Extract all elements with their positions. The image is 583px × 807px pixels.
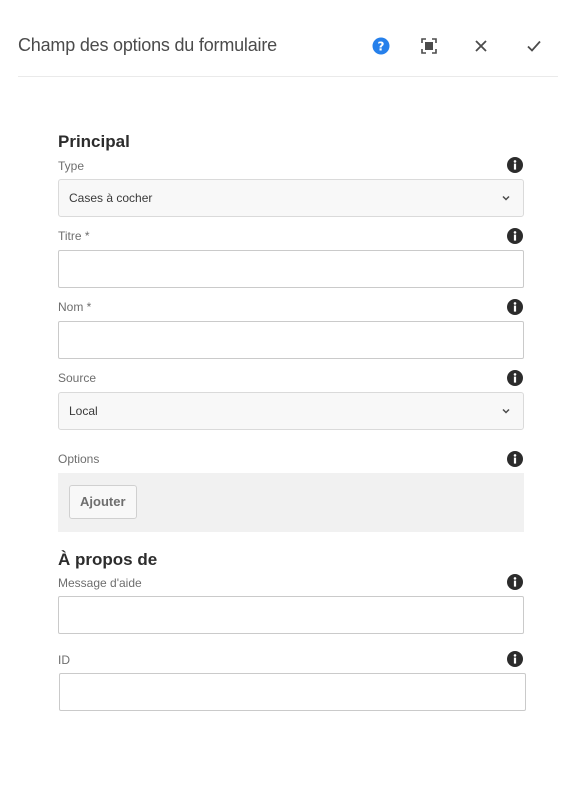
close-icon <box>475 40 487 52</box>
chevron-down-icon <box>502 195 510 201</box>
titre-label: Titre * <box>58 229 90 243</box>
info-icon[interactable] <box>507 228 523 244</box>
section-principal-heading: Principal <box>58 132 130 151</box>
help-icon: ? <box>372 37 390 55</box>
dialog-title: Champ des options du formulaire <box>18 35 277 55</box>
options-multifield: Ajouter <box>58 473 524 532</box>
help-message-label: Message d'aide <box>58 576 142 590</box>
help-message-input[interactable] <box>58 596 524 634</box>
header-divider <box>18 76 558 77</box>
nom-input[interactable] <box>58 321 524 359</box>
type-label: Type <box>58 159 85 173</box>
chevron-down-icon <box>502 408 510 414</box>
id-label: ID <box>58 653 70 667</box>
type-select[interactable]: Cases à cocher <box>58 179 524 217</box>
source-select[interactable]: Local <box>58 392 524 430</box>
titre-input[interactable] <box>58 250 524 288</box>
info-icon[interactable] <box>507 370 523 386</box>
type-select-value: Cases à cocher <box>69 191 153 205</box>
checkmark-icon <box>527 40 541 52</box>
info-icon[interactable] <box>507 299 523 315</box>
dialog-header: Champ des options du formulaire ? <box>0 0 583 76</box>
source-select-value: Local <box>69 404 98 418</box>
info-icon[interactable] <box>507 651 523 667</box>
svg-text:?: ? <box>378 40 385 54</box>
info-icon[interactable] <box>507 451 523 467</box>
info-icon[interactable] <box>507 157 523 173</box>
add-option-button[interactable]: Ajouter <box>69 485 137 519</box>
fullscreen-button[interactable] <box>417 34 441 58</box>
options-label: Options <box>58 452 100 466</box>
id-input[interactable] <box>59 673 526 711</box>
nom-label: Nom * <box>58 300 92 314</box>
help-button[interactable]: ? <box>369 34 393 58</box>
info-icon[interactable] <box>507 574 523 590</box>
done-button[interactable] <box>522 34 546 58</box>
fullscreen-icon <box>421 38 437 54</box>
close-button[interactable] <box>469 34 493 58</box>
section-about-heading: À propos de <box>58 550 158 569</box>
source-label: Source <box>58 371 97 385</box>
